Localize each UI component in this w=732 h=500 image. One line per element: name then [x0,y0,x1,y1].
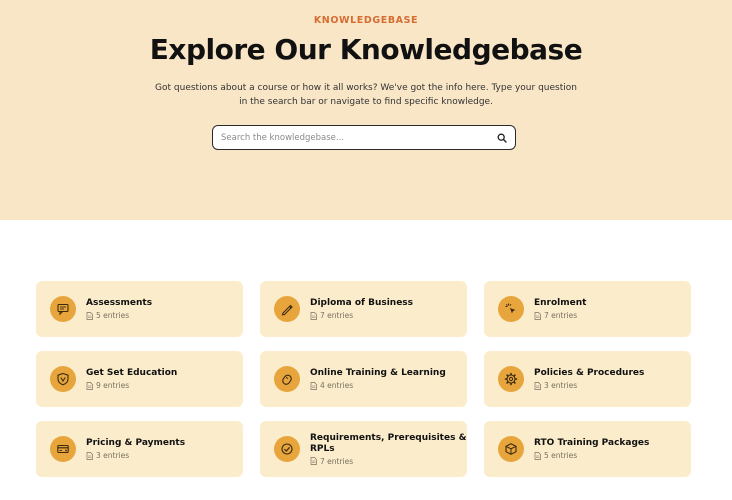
entry-count: 3 entries [96,451,130,460]
search-input[interactable] [213,126,489,149]
document-icon [534,451,541,460]
entry-count: 5 entries [96,311,130,320]
document-icon [86,311,93,320]
entry-count: 7 entries [544,311,578,320]
shield-icon [57,372,69,386]
category-card-pricing-payments[interactable]: Pricing & Payments 3 entries [36,421,243,477]
document-icon [310,311,317,320]
chat-bubble-icon [57,303,69,316]
entry-count: 5 entries [544,451,578,460]
category-title: Assessments [86,298,153,308]
search-bar [212,125,516,150]
category-meta: 5 entries [86,311,152,320]
category-meta: 5 entries [534,451,649,460]
search-button[interactable] [489,126,515,149]
category-meta: 3 entries [86,451,185,460]
search-icon [497,133,507,143]
category-title: Policies & Procedures [534,368,645,378]
category-card-rto-training-packages[interactable]: RTO Training Packages 5 entries [484,421,691,477]
document-icon [534,311,541,320]
category-title: Online Training & Learning [310,368,446,378]
category-card-policies-procedures[interactable]: Policies & Procedures 3 entries [484,351,691,407]
credit-card-icon [57,444,69,454]
category-icon [50,436,76,462]
document-icon [534,381,541,390]
category-icon [274,296,300,322]
document-icon [310,381,317,390]
category-meta: 9 entries [86,381,177,390]
entry-count: 7 entries [320,311,354,320]
category-icon [274,366,300,392]
category-title: Enrolment [534,298,587,308]
category-meta: 7 entries [534,311,586,320]
entry-count: 9 entries [96,381,130,390]
category-icon [50,296,76,322]
category-title: Diploma of Business [310,298,414,308]
category-title-line: Requirements, Prerequisites & [310,432,467,443]
hero-subtitle: Got questions about a course or how it a… [0,82,732,109]
category-icon [274,436,300,462]
category-icon [498,366,524,392]
pen-icon [281,304,293,316]
package-icon [505,443,517,455]
category-card-assessments[interactable]: Assessments 5 entries [36,281,243,337]
category-title: Get Set Education [86,368,178,378]
hero-subtitle-line: in the search bar or navigate to find sp… [239,96,493,107]
entry-count: 4 entries [320,381,354,390]
category-title: Requirements, Prerequisites & RPLs [310,433,466,455]
category-card-diploma-of-business[interactable]: Diploma of Business 7 entries [260,281,467,337]
category-title-line: RPLs [310,443,335,454]
cursor-click-icon [505,303,516,314]
gear-icon [504,372,518,386]
category-meta: 4 entries [310,381,446,390]
category-title: RTO Training Packages [534,438,650,448]
category-meta: 7 entries [310,457,466,466]
category-card-requirements-prerequisites-rpls[interactable]: Requirements, Prerequisites & RPLs 7 ent… [260,421,467,477]
category-title: Pricing & Payments [86,438,186,448]
check-circle-icon [281,443,293,455]
hero-section: KNOWLEDGEBASE Explore Our Knowledgebase … [0,0,732,220]
section-eyebrow: KNOWLEDGEBASE [313,15,419,26]
document-icon [86,381,93,390]
category-meta: 7 entries [310,311,413,320]
hero-subtitle-line: Got questions about a course or how it a… [155,83,577,93]
category-card-enrolment[interactable]: Enrolment 7 entries [484,281,691,337]
category-card-get-set-education[interactable]: Get Set Education 9 entries [36,351,243,407]
category-meta: 3 entries [534,381,644,390]
document-icon [86,451,93,460]
page-title: Explore Our Knowledgebase [149,33,583,66]
category-icon [498,436,524,462]
category-grid: Assessments 5 entries Diploma of Busines… [36,281,691,477]
mouse-icon [282,374,292,385]
document-icon [310,457,317,465]
entry-count: 3 entries [544,381,578,390]
entry-count: 7 entries [320,456,354,466]
category-card-online-training-learning[interactable]: Online Training & Learning 4 entries [260,351,467,407]
category-icon [50,366,76,392]
category-icon [498,296,524,322]
